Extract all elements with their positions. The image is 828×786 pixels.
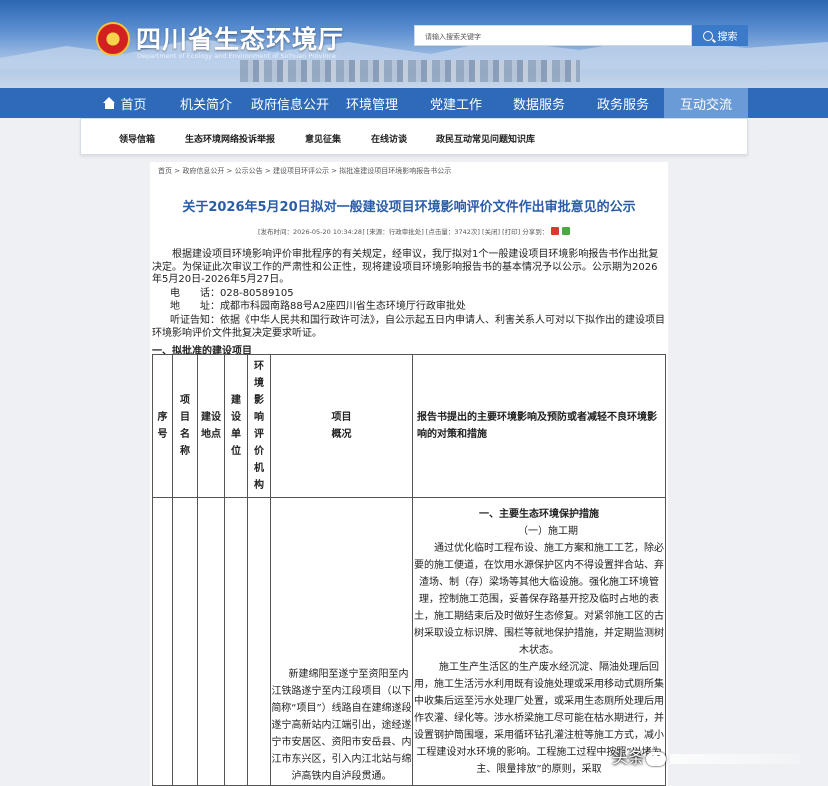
nav-item-party[interactable]: 党建工作 — [422, 88, 490, 118]
col-header-name: 项目名称 — [172, 354, 198, 498]
nav-item-gov-info[interactable]: 政府信息公开 — [248, 88, 332, 118]
search-input[interactable]: 请输入搜索关键字 — [414, 25, 692, 46]
intro-paragraph: 根据建设项目环境影响评价审批程序的有关规定，经审议，我厅拟对1个一般建设项目环境… — [152, 249, 659, 285]
sub-nav: 领导信箱 生态环境网络投诉举报 意见征集 在线访谈 政民互动常见问题知识库 — [80, 118, 748, 155]
nav-item-interaction[interactable]: 互动交流 — [664, 88, 748, 118]
cell-overview: 新建绵阳至遂宁至资阳至内江铁路遂宁至内江段项目（以下简称“项目”）线路自在建绵遂… — [270, 497, 413, 786]
banner-city — [240, 60, 580, 82]
hearing-notice: 听证告知：依据《中华人民共和国行政许可法》，自公示起五日内申请人、利害关系人可对… — [152, 315, 665, 339]
projects-table: 序号 项目名称 建设地点 建设单位 环境影响评价机构 项目概况 报告书提出的主要… — [152, 354, 666, 786]
table-row: 新建绵阳至遂宁至资阳至内江铁路遂宁至内江段项目（以下简称“项目”）线路自在建绵遂… — [152, 497, 666, 786]
col-header-measures: 报告书提出的主要环境影响及预防或者减轻不良环境影响的对策和措施 — [412, 354, 666, 498]
table-header-row: 序号 项目名称 建设地点 建设单位 环境影响评价机构 项目概况 报告书提出的主要… — [152, 354, 666, 498]
article-meta-text: [发布时间：2026-05-20 10:34:28] [来源：行政审批处] [点… — [258, 228, 549, 236]
national-emblem-logo — [96, 22, 130, 56]
cell-name — [172, 497, 198, 786]
cell-location — [197, 497, 225, 786]
nav-item-services[interactable]: 政务服务 — [590, 88, 656, 118]
col-header-overview: 项目概况 — [270, 354, 413, 498]
watermark-text: 头条 — [612, 748, 645, 767]
subnav-item-mailbox[interactable]: 领导信箱 — [119, 132, 155, 145]
article-meta: [发布时间：2026-05-20 10:34:28] [来源：行政审批处] [点… — [258, 226, 571, 236]
col-header-unit: 建设单位 — [224, 354, 248, 498]
col-header-location: 建设地点 — [197, 354, 225, 498]
overview-text: 新建绵阳至遂宁至资阳至内江铁路遂宁至内江段项目（以下简称“项目”）线路自在建绵遂… — [271, 669, 412, 782]
search-button-label: 搜索 — [717, 32, 738, 43]
measures-paragraph-1: 通过优化临时工程布设、施工方案和施工工艺，除必要的施工便道，在饮用水源保护区内不… — [414, 542, 664, 656]
nav-item-data[interactable]: 数据服务 — [506, 88, 572, 118]
home-icon — [103, 97, 116, 109]
weibo-share-icon[interactable] — [551, 227, 560, 235]
measures-heading: 一、主要生态环境保护措施 — [479, 508, 599, 520]
nav-item-env-management[interactable]: 环境管理 — [340, 88, 404, 118]
col-header-eia: 环境影响评价机构 — [247, 354, 271, 498]
col-header-seq: 序号 — [152, 354, 173, 498]
main-nav: 首页 机关简介 政府信息公开 环境管理 党建工作 数据服务 政务服务 互动交流 — [0, 88, 828, 118]
subnav-item-faq[interactable]: 政民互动常见问题知识库 — [436, 132, 535, 145]
contact-phone: 电 话：028-80589105 — [170, 288, 294, 299]
watermark: 头条 — [612, 744, 801, 768]
cell-measures: 一、主要生态环境保护措施 （一）施工期 通过优化临时工程布设、施工方案和施工工艺… — [412, 497, 666, 786]
breadcrumb[interactable]: 首页 > 政府信息公开 > 公示公告 > 建设项目环评公示 > 拟批准建设项目环… — [158, 166, 451, 176]
contact-address: 地 址：成都市科园南路88号A2座四川省生态环境厅行政审批处 — [170, 301, 466, 312]
watermark-logo-icon — [646, 751, 667, 766]
site-title[interactable]: 四川省生态环境厅 — [136, 20, 344, 56]
nav-item-about[interactable]: 机关简介 — [172, 88, 240, 118]
wechat-share-icon[interactable] — [562, 227, 571, 235]
cell-unit — [224, 497, 248, 786]
cell-seq — [152, 497, 173, 786]
search-icon — [702, 30, 713, 41]
article-title: 关于2026年5月20日拟对一般建设项目环境影响评价文件作出审批意见的公示 — [182, 200, 636, 215]
cell-eia — [247, 497, 271, 786]
subnav-item-complaint[interactable]: 生态环境网络投诉举报 — [185, 132, 275, 145]
watermark-bar — [670, 753, 801, 764]
subnav-item-opinion[interactable]: 意见征集 — [305, 132, 341, 145]
search-button[interactable]: 搜索 — [692, 25, 748, 46]
subnav-item-interview[interactable]: 在线访谈 — [371, 132, 407, 145]
measures-subheading: （一）施工期 — [518, 525, 578, 537]
nav-item-home[interactable]: 首页 — [96, 88, 154, 118]
nav-item-label: 首页 — [120, 97, 147, 113]
site-subtitle: Department of Ecology and Environment of… — [137, 52, 336, 60]
